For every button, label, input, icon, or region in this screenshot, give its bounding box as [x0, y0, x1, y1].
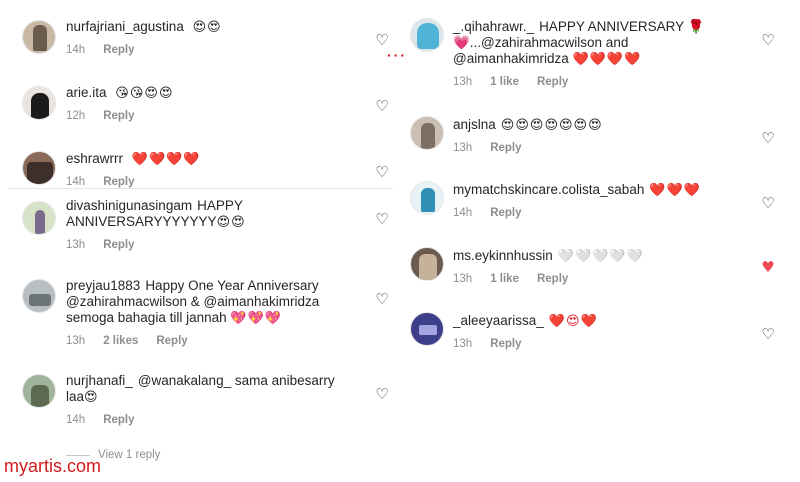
comment-username[interactable]: ms.eykinnhussin — [453, 248, 553, 263]
comment-username[interactable]: eshrawrrr — [66, 151, 123, 166]
comment-username[interactable]: divashinigunasingam — [66, 198, 192, 213]
comment-emoji: 💖💖💖 — [230, 311, 282, 326]
comment-meta: 14h Reply — [66, 414, 351, 426]
reply-button[interactable]: Reply — [103, 176, 134, 188]
reply-button[interactable]: Reply — [537, 273, 568, 285]
avatar[interactable] — [22, 201, 56, 235]
reply-button[interactable]: Reply — [490, 142, 521, 154]
avatar[interactable] — [22, 86, 56, 120]
comment-meta: 14h Reply — [66, 44, 366, 56]
reply-button[interactable]: Reply — [156, 335, 187, 347]
comment-text: preyjau1883 Happy One Year Anniversary @z… — [66, 278, 366, 327]
comment-username[interactable]: nurfajriani_agustina — [66, 19, 184, 34]
view-replies-label: View 1 reply — [98, 449, 161, 461]
reply-button[interactable]: Reply — [103, 414, 134, 426]
comment-time: 14h — [66, 44, 86, 56]
avatar[interactable] — [22, 374, 56, 408]
comment-meta: 14h Reply — [453, 207, 763, 219]
watermark-text: myartis.com — [4, 456, 102, 476]
heart-outline-icon[interactable]: ♡ — [760, 32, 776, 48]
comment-meta: 13h Reply — [453, 142, 753, 154]
right-comment-column: _.qihahrawr._ HAPPY ANNIVERSARY 🌹 💗...@za… — [400, 0, 800, 482]
heart-outline-icon[interactable]: ♡ — [374, 164, 390, 180]
heart-outline-icon[interactable]: ♡ — [374, 386, 390, 402]
heart-outline-icon[interactable]: ♡ — [374, 291, 390, 307]
comment-text: nurfajriani_agustina 😍😍 — [66, 19, 366, 36]
comment-username[interactable]: _.qihahrawr._ — [453, 19, 534, 34]
comment-username[interactable]: _aleeyaarissa_ — [453, 313, 544, 328]
comment-emoji: ❤️❤️❤️ — [649, 183, 701, 198]
avatar[interactable] — [22, 279, 56, 313]
comment-time: 13h — [453, 142, 473, 154]
comment-time: 13h — [453, 273, 473, 285]
left-comment-column: nurfajriani_agustina 😍😍 14h Reply ♡ arie… — [0, 0, 400, 482]
comment-time: 13h — [453, 338, 473, 350]
reply-button[interactable]: Reply — [490, 207, 521, 219]
comment-text: nurjhanafi_ @wanakalang_ sama anibesarry … — [66, 373, 351, 406]
comment-time: 13h — [66, 335, 86, 347]
avatar[interactable] — [22, 20, 56, 54]
comment-text: eshrawrrr ❤️❤️❤️❤️ — [66, 151, 366, 168]
reply-button[interactable]: Reply — [490, 338, 521, 350]
comment-text: _aleeyaarissa_ ❤️😍❤️ — [453, 313, 753, 330]
heart-filled-icon[interactable]: ♥ — [760, 259, 776, 275]
comment-meta: 13h 1 like Reply — [453, 76, 743, 88]
comment-time: 13h — [453, 76, 473, 88]
comment-emoji: ❤️❤️❤️❤️ — [572, 52, 642, 67]
comment-text: divashinigunasingam HAPPY ANNIVERSARYYYYY… — [66, 198, 286, 231]
divider — [8, 188, 393, 189]
heart-outline-icon[interactable]: ♡ — [760, 195, 776, 211]
comment-emoji: ❤️❤️❤️❤️ — [131, 152, 201, 167]
avatar[interactable] — [410, 312, 444, 346]
comment-meta: 12h Reply — [66, 110, 366, 122]
reply-button[interactable]: Reply — [103, 44, 134, 56]
comment-text: mymatchskincare.colista_sabah ❤️❤️❤️ — [453, 182, 763, 199]
comment-meta: 14h Reply — [66, 176, 366, 188]
comment-time: 12h — [66, 110, 86, 122]
heart-outline-icon[interactable]: ♡ — [374, 211, 390, 227]
comment-emoji: 🤍🤍🤍🤍🤍 — [557, 249, 644, 264]
comment-time: 13h — [66, 239, 86, 251]
heart-outline-icon[interactable]: ♡ — [760, 326, 776, 342]
avatar[interactable] — [22, 151, 56, 185]
comment-emoji: 😍 — [84, 390, 99, 405]
comment-username[interactable]: anjslna — [453, 117, 496, 132]
comment-meta: 13h 1 like Reply — [453, 273, 753, 285]
comment-text: ms.eykinnhussin 🤍🤍🤍🤍🤍 — [453, 248, 753, 265]
comment-text: arie.ita 😘😘😍😍 — [66, 85, 366, 102]
comment-username[interactable]: mymatchskincare.colista_sabah — [453, 182, 644, 197]
avatar[interactable] — [410, 116, 444, 150]
avatar[interactable] — [410, 18, 444, 52]
heart-outline-icon[interactable]: ♡ — [374, 98, 390, 114]
avatar[interactable] — [410, 247, 444, 281]
avatar[interactable] — [410, 181, 444, 215]
comment-emoji: 😘😘😍😍 — [115, 86, 174, 101]
comment-emoji: 😍😍 — [192, 20, 222, 35]
likes-count[interactable]: 1 like — [490, 76, 519, 88]
reply-button[interactable]: Reply — [103, 239, 134, 251]
comment-meta: 13h 2 likes Reply — [66, 335, 366, 347]
comment-time: 14h — [66, 176, 86, 188]
comment-text: anjslna 😍😍😍😍😍😍😍 — [453, 117, 753, 134]
comment-meta: 13h Reply — [66, 239, 286, 251]
comment-username[interactable]: preyjau1883 — [66, 278, 140, 293]
comment-emoji: ❤️😍❤️ — [548, 314, 598, 329]
comment-time: 14h — [66, 414, 86, 426]
comment-username[interactable]: arie.ita — [66, 85, 107, 100]
comment-emoji: 😍😍😍😍😍😍😍 — [500, 118, 603, 133]
heart-outline-icon[interactable]: ♡ — [760, 130, 776, 146]
reply-button[interactable]: Reply — [537, 76, 568, 88]
heart-outline-icon[interactable]: ♡ — [374, 32, 390, 48]
comment-emoji: 😍😍 — [216, 215, 246, 230]
comment-meta: 13h Reply — [453, 338, 753, 350]
comment-username[interactable]: nurjhanafi_ — [66, 373, 133, 388]
reply-button[interactable]: Reply — [103, 110, 134, 122]
comment-text: _.qihahrawr._ HAPPY ANNIVERSARY 🌹 💗...@za… — [453, 19, 743, 68]
likes-count[interactable]: 1 like — [490, 273, 519, 285]
comment-time: 14h — [453, 207, 473, 219]
likes-count[interactable]: 2 likes — [103, 335, 138, 347]
